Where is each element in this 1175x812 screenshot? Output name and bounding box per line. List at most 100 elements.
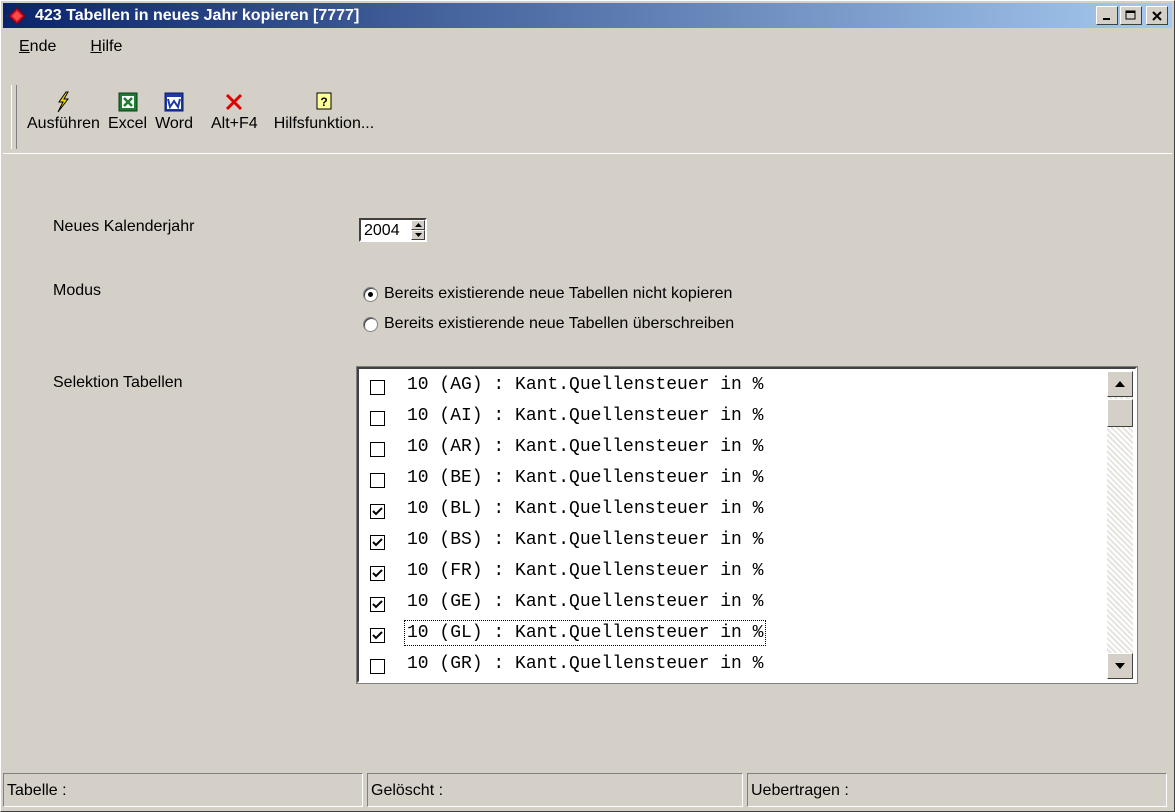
year-down-button[interactable] — [411, 230, 425, 240]
close-app-label: Alt+F4 — [211, 115, 258, 132]
excel-button[interactable]: Excel — [104, 83, 151, 133]
scroll-down-button[interactable] — [1107, 653, 1133, 679]
table-checkbox[interactable] — [370, 628, 385, 643]
list-item[interactable]: 10 (FR) : Kant.Quellensteuer in % — [359, 555, 1105, 586]
menu-hilfe[interactable]: Hilfe — [74, 38, 140, 56]
vertical-scrollbar[interactable] — [1107, 371, 1133, 679]
mode-label: Modus — [53, 282, 102, 299]
triangle-down-icon — [1115, 663, 1125, 669]
table-item-label: 10 (GE) : Kant.Quellensteuer in % — [407, 591, 764, 612]
toolbar-grip[interactable] — [11, 85, 17, 149]
mode-option-overwrite[interactable]: Bereits existierende neue Tabellen übers… — [363, 315, 734, 333]
toolbar: Ausführen Excel Word Alt+F4 ? Hilfsfunkt… — [3, 83, 1172, 153]
mode-option-skip-label: Bereits existierende neue Tabellen nicht… — [384, 285, 733, 302]
table-checkbox[interactable] — [370, 473, 385, 488]
menu-ende[interactable]: Ende — [3, 38, 74, 56]
window-controls — [1094, 6, 1168, 25]
table-checkbox[interactable] — [370, 442, 385, 457]
svg-text:?: ? — [320, 95, 327, 109]
minimize-icon — [1103, 17, 1110, 20]
table-item-label: 10 (BS) : Kant.Quellensteuer in % — [407, 529, 764, 550]
mode-option-skip[interactable]: Bereits existierende neue Tabellen nicht… — [363, 285, 732, 303]
year-label: Neues Kalenderjahr — [53, 218, 195, 235]
table-checkbox[interactable] — [370, 504, 385, 519]
list-item[interactable]: 10 (GE) : Kant.Quellensteuer in % — [359, 586, 1105, 617]
triangle-up-icon — [414, 223, 422, 227]
help-icon: ? — [313, 91, 335, 113]
year-up-button[interactable] — [411, 220, 425, 230]
red-x-icon — [223, 91, 245, 113]
list-item[interactable]: 10 (BS) : Kant.Quellensteuer in % — [359, 524, 1105, 555]
list-item[interactable]: 10 (AG) : Kant.Quellensteuer in % — [359, 369, 1105, 400]
checkmark-icon — [372, 569, 383, 578]
scroll-thumb[interactable] — [1107, 399, 1133, 427]
table-checkbox[interactable] — [370, 411, 385, 426]
table-checkbox[interactable] — [370, 380, 385, 395]
checkmark-icon — [372, 507, 383, 516]
status-transferred: Uebertragen : — [747, 773, 1167, 807]
list-item[interactable]: 10 (GR) : Kant.Quellensteuer in % — [359, 648, 1105, 679]
table-item-label: 10 (BL) : Kant.Quellensteuer in % — [407, 498, 764, 519]
help-button[interactable]: ? Hilfsfunktion... — [270, 83, 378, 133]
app-diamond-icon — [7, 6, 27, 26]
scroll-up-button[interactable] — [1107, 371, 1133, 397]
menu-hilfe-mnemonic: H — [90, 38, 102, 55]
app-window: 423 Tabellen in neues Jahr kopieren [777… — [0, 0, 1175, 812]
mode-option-overwrite-label: Bereits existierende neue Tabellen übers… — [384, 315, 735, 332]
table-item-label: 10 (AR) : Kant.Quellensteuer in % — [407, 436, 764, 457]
table-checkbox[interactable] — [370, 566, 385, 581]
table-item-label: 10 (AG) : Kant.Quellensteuer in % — [407, 374, 764, 395]
list-item[interactable]: 10 (BE) : Kant.Quellensteuer in % — [359, 462, 1105, 493]
word-button[interactable]: Word — [151, 83, 197, 133]
menu-bar: Ende Hilfe — [3, 30, 1172, 64]
menu-hilfe-label: ilfe — [101, 38, 123, 55]
table-item-label: 10 (FR) : Kant.Quellensteuer in % — [407, 560, 764, 581]
menu-ende-mnemonic: E — [19, 38, 30, 55]
minimize-button[interactable] — [1096, 6, 1118, 25]
close-icon — [1152, 10, 1162, 21]
table-checkbox[interactable] — [370, 659, 385, 674]
triangle-down-icon — [414, 233, 422, 237]
maximize-icon — [1125, 10, 1136, 20]
checkmark-icon — [372, 631, 383, 640]
year-spin-arrows — [411, 218, 427, 242]
list-item[interactable]: 10 (AI) : Kant.Quellensteuer in % — [359, 400, 1105, 431]
word-icon — [163, 91, 185, 113]
close-button[interactable] — [1146, 6, 1168, 25]
lightning-icon — [52, 91, 74, 113]
status-table: Tabelle : — [3, 773, 363, 807]
title-bar[interactable]: 423 Tabellen in neues Jahr kopieren [777… — [3, 3, 1172, 28]
tables-list: 10 (AG) : Kant.Quellensteuer in % 10 (AI)… — [359, 369, 1105, 681]
list-item[interactable]: 10 (AR) : Kant.Quellensteuer in % — [359, 431, 1105, 462]
selection-label: Selektion Tabellen — [53, 374, 183, 391]
table-item-label: 10 (GR) : Kant.Quellensteuer in % — [407, 653, 764, 674]
radio-skip[interactable] — [363, 286, 378, 302]
status-bar: Tabelle : Gelöscht : Uebertragen : — [3, 773, 1172, 809]
close-app-button[interactable]: Alt+F4 — [207, 83, 262, 133]
maximize-button[interactable] — [1120, 6, 1142, 25]
radio-overwrite[interactable] — [363, 316, 378, 332]
excel-label: Excel — [107, 115, 148, 132]
menu-ende-label: nde — [29, 38, 57, 55]
checkmark-icon — [372, 600, 383, 609]
excel-icon — [117, 91, 139, 113]
table-item-label: 10 (BE) : Kant.Quellensteuer in % — [407, 467, 764, 488]
table-item-label: 10 (GL) : Kant.Quellensteuer in % — [403, 619, 767, 646]
triangle-up-icon — [1115, 381, 1125, 387]
table-item-label: 10 (AI) : Kant.Quellensteuer in % — [407, 405, 764, 426]
year-spinner: 2004 — [359, 218, 439, 242]
status-deleted: Gelöscht : — [367, 773, 743, 807]
toolbar-separator — [3, 153, 1172, 154]
run-button[interactable]: Ausführen — [23, 83, 104, 133]
list-item[interactable]: 10 (GL) : Kant.Quellensteuer in % — [359, 617, 1105, 648]
table-checkbox[interactable] — [370, 535, 385, 550]
checkmark-icon — [372, 538, 383, 547]
run-label: Ausführen — [27, 115, 100, 132]
tables-listbox[interactable]: 10 (AG) : Kant.Quellensteuer in % 10 (AI)… — [356, 366, 1138, 684]
year-input[interactable]: 2004 — [359, 218, 411, 242]
word-label: Word — [155, 115, 193, 132]
list-item[interactable]: 10 (BL) : Kant.Quellensteuer in % — [359, 493, 1105, 524]
help-label: Hilfsfunktion... — [273, 115, 375, 132]
window-title: 423 Tabellen in neues Jahr kopieren [777… — [35, 6, 360, 24]
table-checkbox[interactable] — [370, 597, 385, 612]
